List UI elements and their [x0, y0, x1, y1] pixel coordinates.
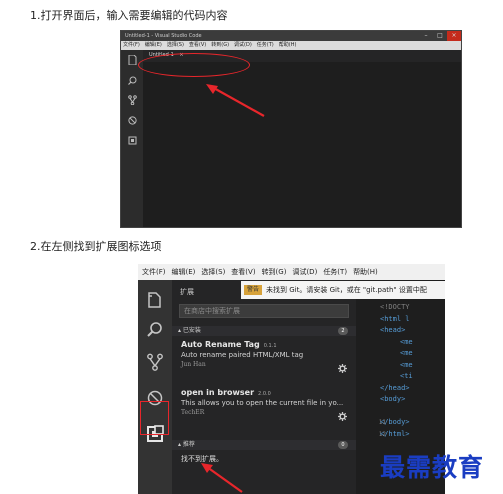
search-icon[interactable]: [121, 70, 143, 90]
menu-help[interactable]: 帮助(H): [353, 264, 378, 280]
menu-edit[interactable]: 编辑(E): [172, 264, 196, 280]
window-buttons: – □ ×: [419, 31, 461, 41]
extensions-icon[interactable]: [121, 130, 143, 150]
menu-file[interactable]: 文件(F): [142, 264, 166, 280]
warning-badge: 警告: [244, 285, 263, 295]
activity-bar: [138, 280, 172, 494]
code-line: <html l: [380, 314, 410, 323]
sidebar-title: 扩展: [180, 288, 194, 296]
code-line: </head>: [380, 383, 410, 392]
activity-bar: [121, 50, 143, 227]
close-button[interactable]: ×: [447, 31, 461, 41]
code-line: <head>: [380, 326, 406, 334]
code-line: <me: [400, 349, 413, 357]
notification-text: 未找到 Git。请安装 Git，或在 "git.path" 设置中配: [266, 286, 427, 294]
menu-bar: 文件(F) 编辑(E) 选择(S) 查看(V) 转到(G) 调试(D) 任务(T…: [121, 41, 461, 50]
code-line: <!DOCTY: [380, 303, 410, 311]
code-line: <body>: [380, 395, 406, 403]
maximize-button[interactable]: □: [433, 31, 447, 41]
extension-author: Jun Han: [181, 361, 206, 368]
extension-item-auto-rename-tag[interactable]: Auto Rename Tag 0.1.1 Auto rename paired …: [181, 340, 353, 373]
gear-icon[interactable]: [338, 412, 347, 421]
menu-debug[interactable]: 调试(D): [292, 264, 317, 280]
extension-item-open-in-browser[interactable]: open in browser 2.0.0 This allows you to …: [181, 388, 353, 421]
menu-view[interactable]: 查看(V): [189, 41, 206, 50]
git-warning-notification: 警告 未找到 Git。请安装 Git，或在 "git.path" 设置中配: [241, 281, 445, 299]
title-bar: Untitled-1 - Visual Studio Code – □ ×: [121, 31, 461, 41]
annotation-arrow-2: [201, 463, 243, 493]
code-line: </body>: [380, 418, 410, 426]
recommended-section-header[interactable]: ▴ 推荐 0: [172, 440, 356, 450]
code-line: <ti: [400, 372, 413, 380]
editor-area[interactable]: [143, 62, 461, 227]
menu-view[interactable]: 查看(V): [231, 264, 255, 280]
installed-section-header[interactable]: ▴ 已安装 2: [172, 326, 356, 336]
extension-version: 2.0.0: [258, 391, 271, 397]
gear-icon[interactable]: [338, 364, 347, 373]
annotation-arrow-1: [206, 84, 265, 117]
menu-help[interactable]: 帮助(H): [279, 41, 297, 50]
minimize-button[interactable]: –: [419, 31, 433, 41]
extension-author: TechER: [181, 409, 205, 416]
code-editor[interactable]: <!DOCTY <html l <head> <me <me <me <ti </head> <…: [370, 302, 413, 440]
extension-version: 0.1.1: [263, 343, 277, 349]
extension-name: open in browser: [181, 388, 255, 397]
extension-description: Auto rename paired HTML/XML tag: [181, 351, 304, 359]
code-line: <me: [400, 337, 413, 346]
explorer-icon[interactable]: [138, 286, 172, 314]
installed-label: 已安装: [182, 327, 201, 334]
step1-caption: 1.打开界面后，输入需要编辑的代码内容: [30, 9, 228, 22]
step2-caption: 2.在左侧找到扩展图标选项: [30, 240, 162, 253]
extension-search-input[interactable]: 在商店中搜索扩展: [179, 304, 349, 318]
search-icon[interactable]: [138, 316, 172, 344]
menu-file[interactable]: 文件(F): [123, 41, 140, 50]
menu-tasks[interactable]: 任务(T): [323, 264, 347, 280]
debug-icon[interactable]: [121, 110, 143, 130]
menu-bar: 文件(F) 编辑(E) 选择(S) 查看(V) 转到(G) 调试(D) 任务(T…: [138, 264, 445, 280]
menu-edit[interactable]: 编辑(E): [145, 41, 162, 50]
recommended-count-badge: 0: [338, 441, 348, 449]
menu-selection[interactable]: 选择(S): [167, 41, 184, 50]
menu-goto[interactable]: 转到(G): [262, 264, 287, 280]
watermark-logo: 最需教育: [380, 453, 485, 482]
source-control-icon[interactable]: [138, 348, 172, 376]
code-line: </html>: [380, 429, 410, 438]
extension-description: This allows you to open the current file…: [181, 399, 344, 407]
code-line: <me: [400, 360, 413, 369]
extension-name: Auto Rename Tag: [181, 340, 260, 349]
menu-debug[interactable]: 调试(D): [234, 41, 252, 50]
menu-selection[interactable]: 选择(S): [201, 264, 225, 280]
menu-goto[interactable]: 转到(G): [211, 41, 229, 50]
recommended-label: 推荐: [182, 441, 195, 448]
menu-tasks[interactable]: 任务(T): [257, 41, 274, 50]
window-title: Untitled-1 - Visual Studio Code: [125, 33, 202, 39]
extensions-highlight-box: [140, 401, 169, 435]
source-control-icon[interactable]: [121, 90, 143, 110]
installed-count-badge: 2: [338, 327, 348, 335]
